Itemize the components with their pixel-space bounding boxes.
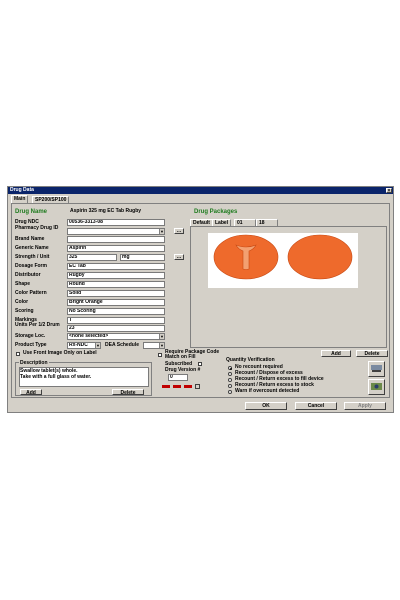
drug-image-area: Multiple Images Available Multiple Image… xyxy=(208,233,358,288)
units-per-drum-label: Units Per 1/2 Drum xyxy=(15,322,60,328)
pill-back-image xyxy=(287,234,353,280)
distributor-field[interactable]: Rugby xyxy=(67,272,165,279)
subscribed-checkbox[interactable] xyxy=(198,362,202,366)
package-tab-label[interactable]: Label xyxy=(212,219,232,226)
generic-name-label: Generic Name xyxy=(15,245,49,251)
description-add-button[interactable]: Add xyxy=(20,389,42,396)
version-nav xyxy=(162,383,202,390)
drug-ndc-field[interactable]: 00536-3313-08 xyxy=(67,219,165,226)
strength-field[interactable]: 325 xyxy=(67,254,117,261)
nav-last-icon[interactable] xyxy=(195,384,200,389)
package-add-button[interactable]: Add xyxy=(321,350,351,357)
drug-name-label: Drug Name xyxy=(15,209,48,215)
radio-no-recount[interactable] xyxy=(228,366,232,370)
image-caption-back: Multiple Images Available xyxy=(288,280,337,285)
nav-prev-icon[interactable] xyxy=(173,385,181,388)
brand-name-label: Brand Name xyxy=(15,236,45,242)
camera-icon xyxy=(371,383,382,390)
quantity-verification-title: Quantity Verification xyxy=(226,357,275,363)
tab-sp200-sp100[interactable]: SP200/SP100 xyxy=(32,196,70,203)
color-field[interactable]: Bright Orange xyxy=(67,299,165,306)
product-type-value: Rx-NDC xyxy=(69,342,88,348)
brand-name-field[interactable] xyxy=(67,236,165,243)
description-textarea[interactable]: Swallow tablet(s) whole. Take with a ful… xyxy=(19,367,149,387)
chevron-down-icon: ▼ xyxy=(95,343,100,348)
markings-field[interactable]: T xyxy=(67,317,165,324)
cancel-button[interactable]: Cancel xyxy=(295,402,337,410)
drug-data-dialog: Drug Data × Main SP200/SP100 Drug Name A… xyxy=(7,186,394,413)
drug-packages-title: Drug Packages xyxy=(194,209,238,215)
ok-button[interactable]: OK xyxy=(245,402,287,410)
quantity-options: No recount required Recount / Dispose of… xyxy=(226,364,366,399)
storage-loc-select[interactable]: <none selected> ▼ xyxy=(67,333,165,340)
title-bar[interactable]: Drug Data × xyxy=(8,187,393,194)
description-text: Swallow tablet(s) whole. Take with a ful… xyxy=(20,368,92,380)
package-tab-18[interactable]: 18 xyxy=(256,219,278,226)
storage-loc-label: Storage Loc. xyxy=(15,333,46,339)
color-pattern-label: Color Pattern xyxy=(15,290,47,296)
radio-warn-overcount[interactable] xyxy=(228,390,232,394)
description-delete-button[interactable]: Delete xyxy=(112,389,144,396)
pharmacy-drug-id-label: Pharmacy Drug ID xyxy=(15,225,59,231)
dosage-form-field[interactable]: EC Tab xyxy=(67,263,165,270)
nav-next-icon[interactable] xyxy=(184,385,192,388)
scanner-icon xyxy=(371,365,382,372)
use-front-image-label: Use Front Image Only on Label xyxy=(23,350,97,356)
require-package-code-label: Require Package Code Match on Fill xyxy=(165,349,220,360)
distributor-label: Distributor xyxy=(15,272,41,278)
window-title: Drug Data xyxy=(10,187,34,193)
shape-label: Shape xyxy=(15,281,31,287)
use-front-image-checkbox[interactable] xyxy=(16,352,20,356)
drug-version-label: Drug Version # xyxy=(165,367,201,373)
color-label: Color xyxy=(15,299,29,305)
scoring-field[interactable]: No Scoring xyxy=(67,308,165,315)
unit-field[interactable]: mg xyxy=(120,254,165,261)
image-caption-front: Multiple Images Available xyxy=(214,280,263,285)
drug-id-lookup-button[interactable]: … xyxy=(174,228,184,234)
generic-name-field[interactable]: Aspirin xyxy=(67,245,165,252)
chevron-down-icon: ▼ xyxy=(159,334,164,339)
pharmacy-drug-id-select[interactable]: ▼ xyxy=(67,228,165,235)
option-warn-overcount-label: Warn if overcount detected xyxy=(235,388,300,394)
chevron-down-icon: ▼ xyxy=(159,343,164,348)
color-pattern-field[interactable]: Solid xyxy=(67,290,165,297)
radio-return-stock[interactable] xyxy=(228,384,232,388)
radio-return-fill-device[interactable] xyxy=(228,378,232,382)
package-tab-01[interactable]: 01 xyxy=(234,219,256,226)
scoring-label: Scoring xyxy=(15,308,34,314)
dea-schedule-select[interactable]: ▼ xyxy=(143,342,165,349)
description-label: Description xyxy=(19,360,49,367)
close-button[interactable]: × xyxy=(386,188,392,194)
tab-main[interactable]: Main xyxy=(11,195,29,203)
units-per-drum-field[interactable]: 23 xyxy=(67,325,165,332)
chevron-down-icon: ▼ xyxy=(159,229,164,234)
require-package-code-checkbox[interactable] xyxy=(158,353,162,357)
package-panel: Multiple Images Available Multiple Image… xyxy=(190,226,387,348)
strength-lookup-button[interactable]: … xyxy=(174,254,184,260)
nav-first-icon[interactable] xyxy=(162,385,170,388)
scanner-button[interactable] xyxy=(368,361,385,377)
radio-dispose-excess[interactable] xyxy=(228,372,232,376)
product-type-label: Product Type xyxy=(15,342,47,348)
drug-version-field[interactable]: 0 xyxy=(168,374,188,381)
drug-name-value: Aspirin 325 mg EC Tab Rugby xyxy=(70,208,142,214)
dea-schedule-label: DEA Schedule xyxy=(105,342,139,348)
apply-button[interactable]: Apply xyxy=(344,402,386,410)
shape-field[interactable]: Round xyxy=(67,281,165,288)
main-panel: Drug Name Aspirin 325 mg EC Tab Rugby Dr… xyxy=(11,203,390,398)
strength-unit-label: Strength / Unit xyxy=(15,254,50,260)
storage-loc-value: <none selected> xyxy=(69,333,109,339)
dosage-form-label: Dosage Form xyxy=(15,263,47,269)
description-group: Description Swallow tablet(s) whole. Tak… xyxy=(15,360,152,396)
product-type-select[interactable]: Rx-NDC ▼ xyxy=(67,342,101,349)
camera-button[interactable] xyxy=(368,379,385,395)
package-delete-button[interactable]: Delete xyxy=(356,350,388,357)
